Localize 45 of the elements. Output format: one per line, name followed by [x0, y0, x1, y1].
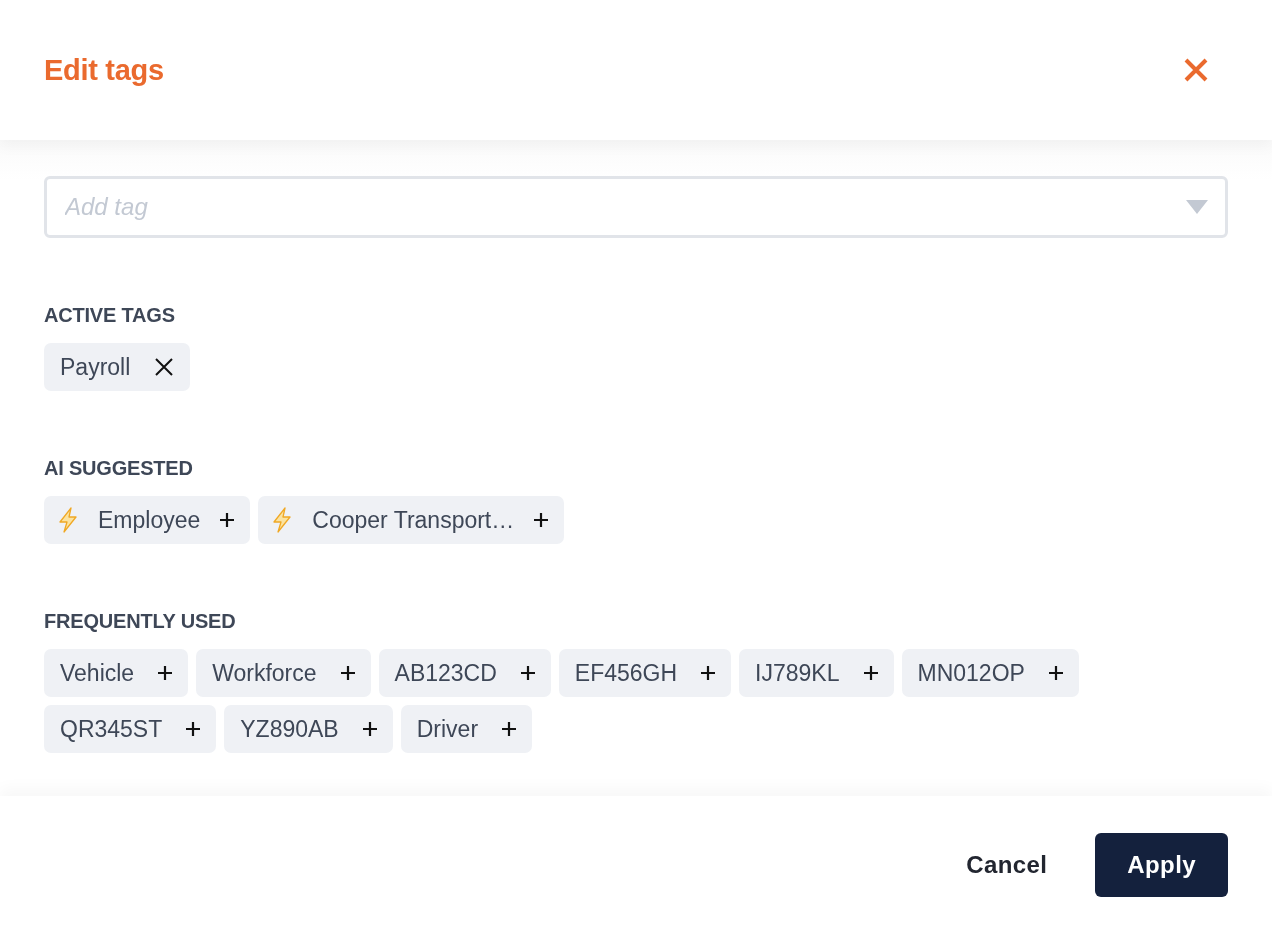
- tag-chip[interactable]: Driver: [400, 705, 533, 753]
- plus-icon[interactable]: [701, 666, 716, 680]
- cancel-button[interactable]: Cancel: [948, 833, 1066, 897]
- tag-label: Cooper Transport…: [312, 506, 515, 534]
- tag-chip[interactable]: Payroll: [44, 343, 191, 391]
- tag-label: Driver: [416, 715, 479, 743]
- tag-label: YZ890AB: [240, 715, 339, 743]
- plus-icon[interactable]: [220, 513, 235, 527]
- plus-icon[interactable]: [863, 666, 878, 680]
- tag-label: Vehicle: [60, 659, 135, 687]
- tag-label: Payroll: [60, 353, 131, 381]
- tag-chip[interactable]: Cooper Transport…: [258, 496, 565, 544]
- tag-chip[interactable]: MN012OP: [901, 649, 1079, 697]
- tag-label: MN012OP: [917, 659, 1025, 687]
- tag-chip[interactable]: AB123CD: [378, 649, 551, 697]
- plus-icon[interactable]: [340, 666, 355, 680]
- tag-chip[interactable]: EF456GH: [558, 649, 732, 697]
- apply-button[interactable]: Apply: [1095, 833, 1228, 897]
- plus-icon[interactable]: [186, 722, 201, 736]
- tag-chip[interactable]: Employee: [44, 496, 251, 544]
- tag-chip[interactable]: Workforce: [196, 649, 371, 697]
- plus-icon[interactable]: [502, 722, 517, 736]
- tag-chip[interactable]: Vehicle: [44, 649, 189, 697]
- plus-icon[interactable]: [534, 513, 549, 527]
- plus-icon[interactable]: [362, 722, 377, 736]
- tag-label: Employee: [98, 506, 201, 534]
- plus-icon[interactable]: [1048, 666, 1063, 680]
- dialog-title: Edit tags: [44, 53, 164, 87]
- lightning-icon: [58, 507, 78, 533]
- tag-label: EF456GH: [574, 659, 678, 687]
- tag-chip[interactable]: QR345ST: [44, 705, 217, 753]
- plus-icon[interactable]: [158, 666, 173, 680]
- section-heading: FREQUENTLY USED: [44, 610, 237, 633]
- tag-label: AB123CD: [394, 659, 497, 687]
- tag-label: QR345ST: [60, 715, 163, 743]
- section-heading: ACTIVE TAGS: [44, 304, 176, 327]
- tag-label: IJ789KL: [755, 659, 840, 687]
- tag-chip[interactable]: IJ789KL: [739, 649, 894, 697]
- lightning-icon: [272, 507, 293, 533]
- tag-chip[interactable]: YZ890AB: [224, 705, 393, 753]
- plus-icon[interactable]: [520, 666, 535, 680]
- close-button[interactable]: [1184, 58, 1208, 82]
- section-heading: AI SUGGESTED: [44, 457, 194, 480]
- tag-label: Workforce: [212, 659, 317, 687]
- remove-icon[interactable]: [154, 357, 175, 377]
